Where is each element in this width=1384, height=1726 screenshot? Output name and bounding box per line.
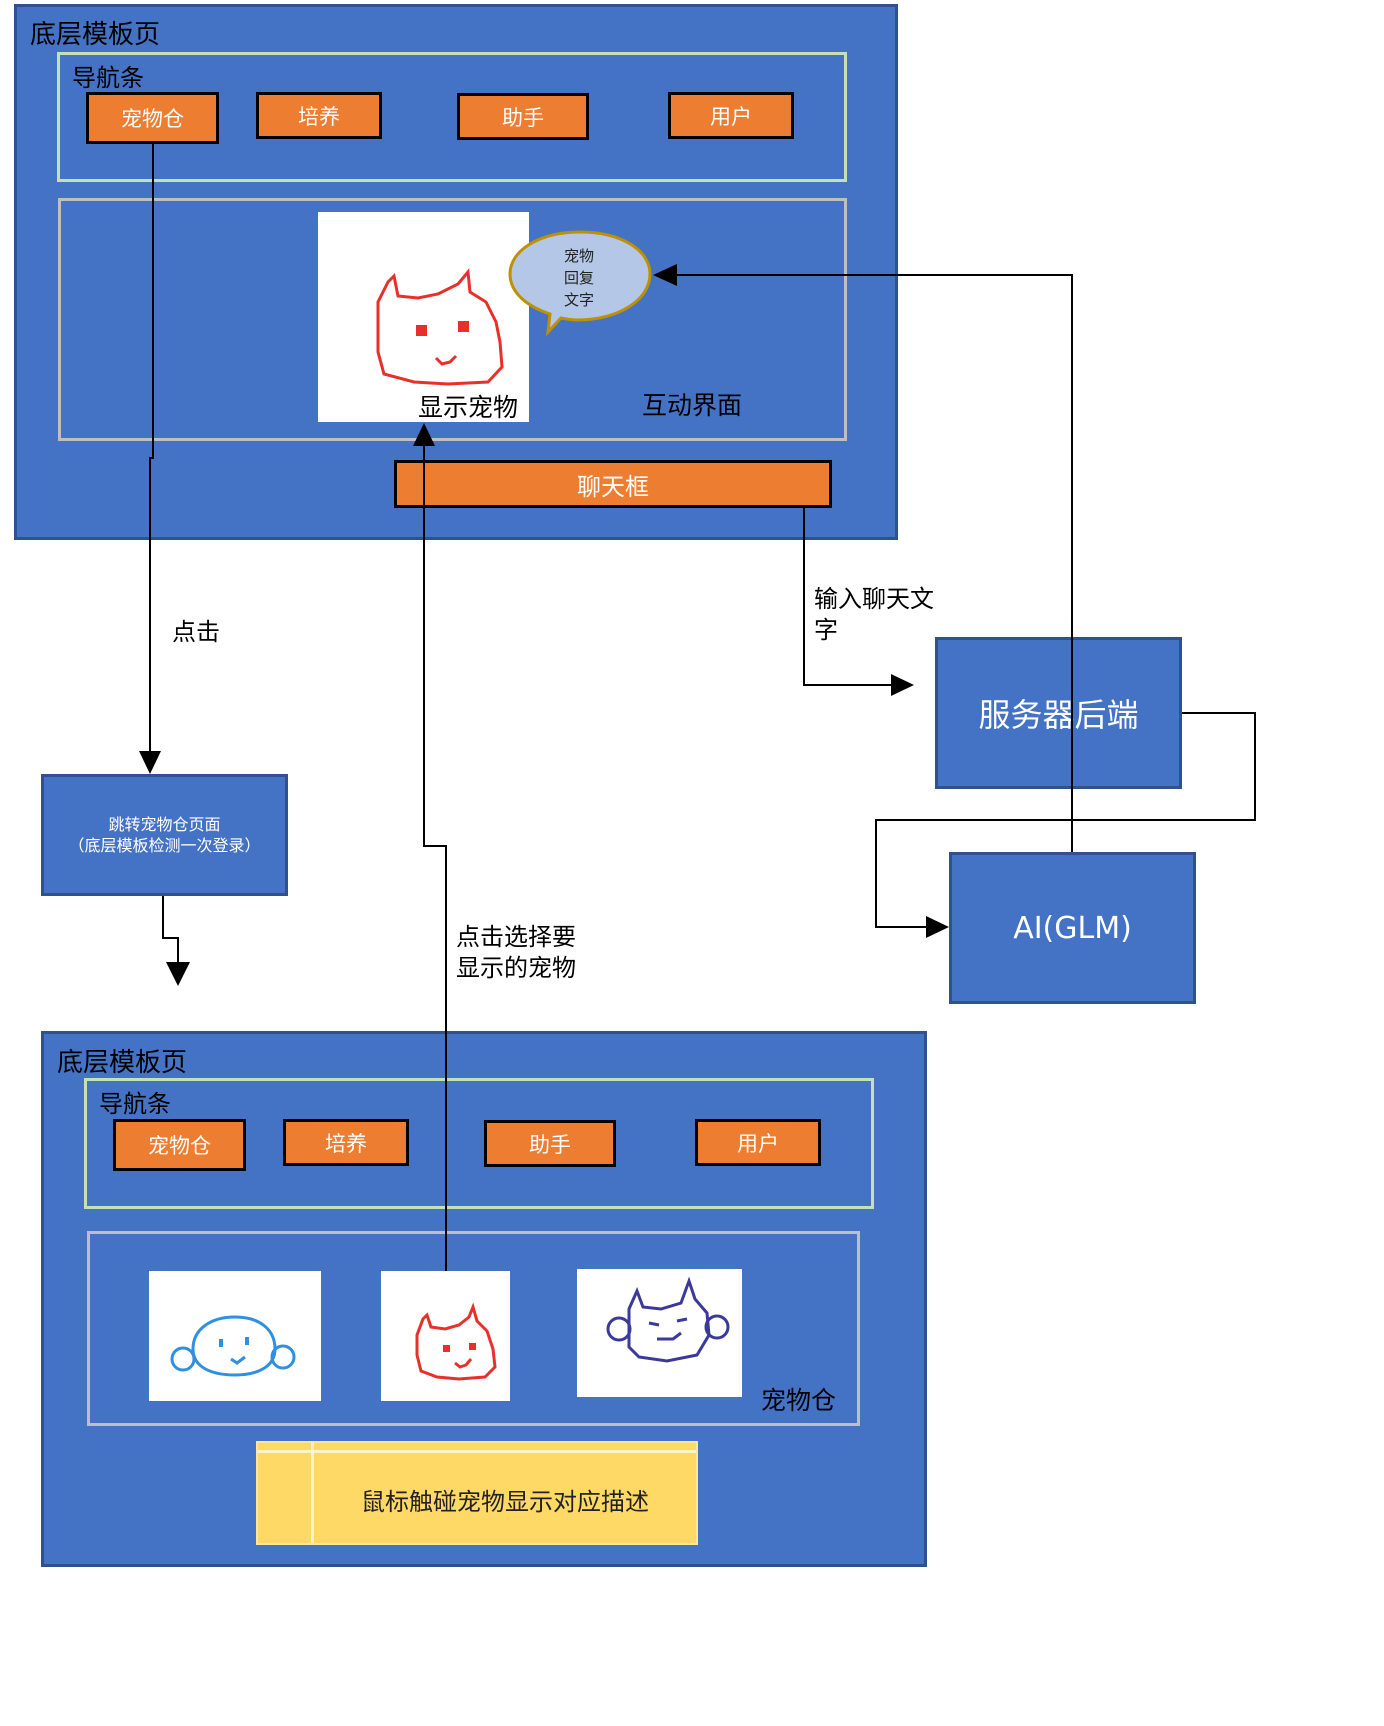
arrowhead-bubble xyxy=(653,264,677,286)
arrowhead-server xyxy=(891,674,914,696)
jump-to-bottom-connector xyxy=(162,896,179,962)
arrowhead-ai xyxy=(926,916,949,938)
arrowhead-jump xyxy=(139,751,161,774)
arrowhead-displayed-pet xyxy=(413,423,435,446)
chat-to-server-connector xyxy=(803,508,893,686)
select-pet-connector xyxy=(423,442,447,1271)
arrowhead-bottom xyxy=(166,962,190,986)
ai-to-bubble-connector xyxy=(675,274,1073,852)
flow-connectors xyxy=(139,144,1256,1271)
nav-to-jump-connector xyxy=(149,144,154,755)
server-to-ai-connector xyxy=(875,712,1256,928)
